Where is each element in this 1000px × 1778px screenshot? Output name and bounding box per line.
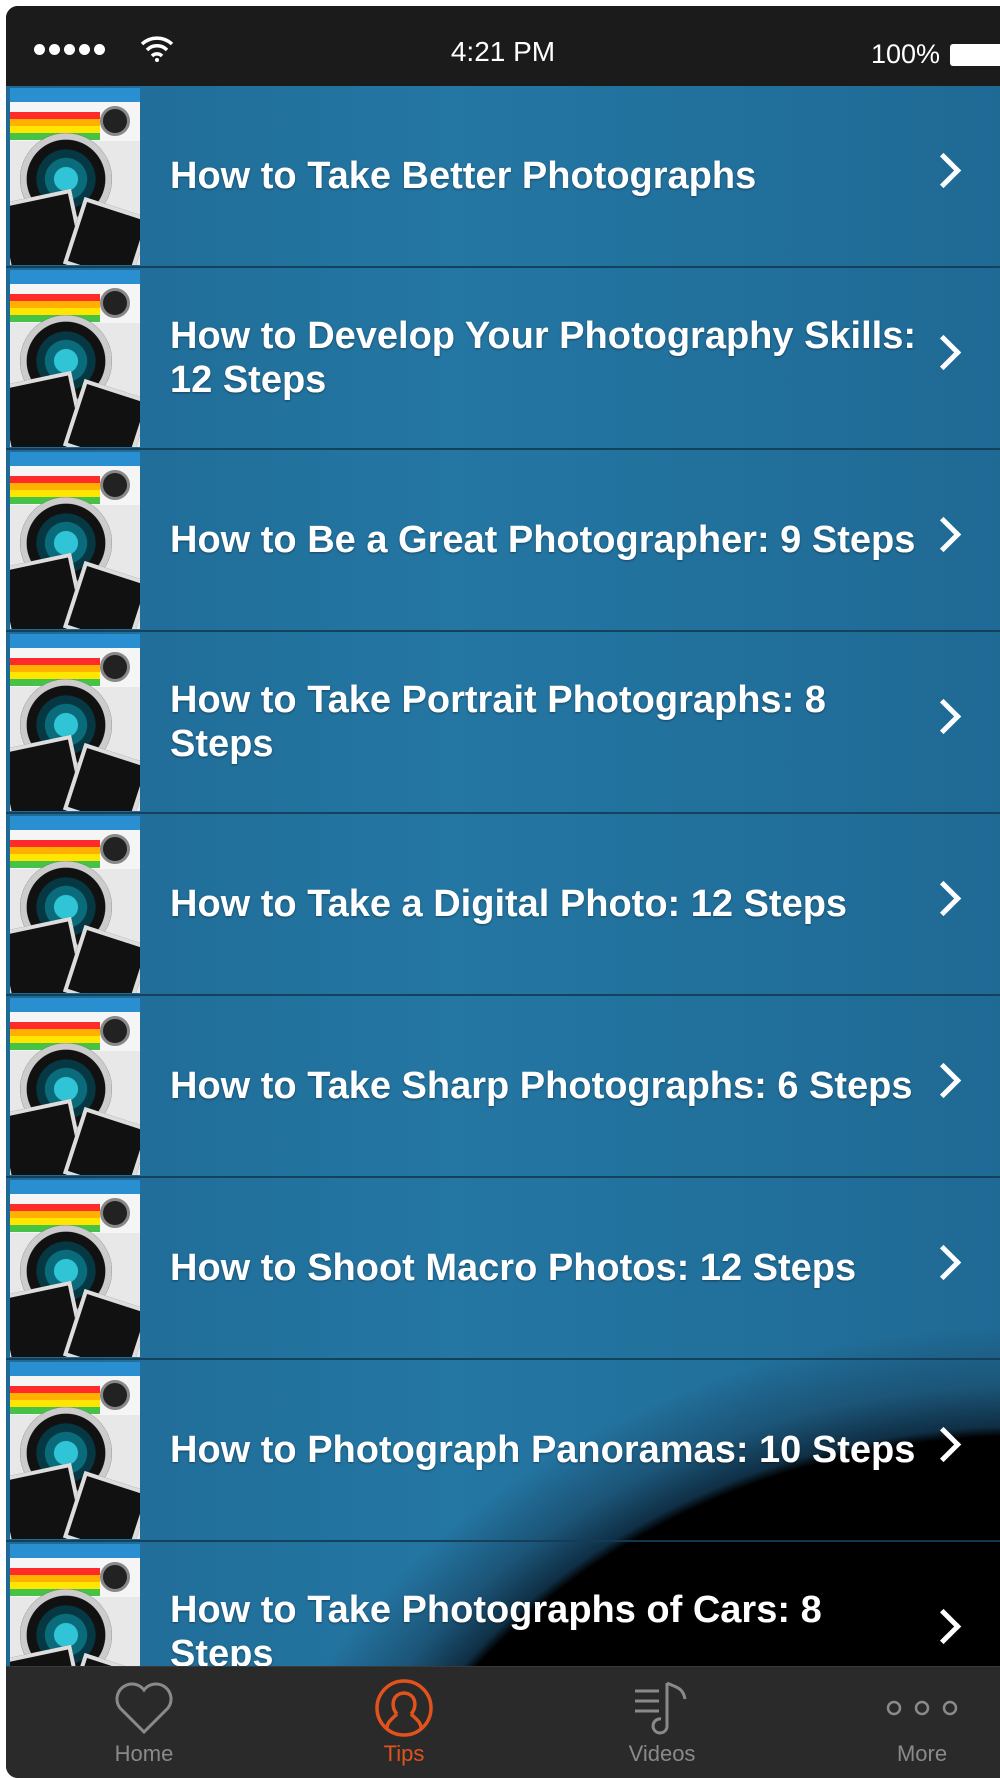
camera-app-thumbnail — [10, 634, 140, 811]
list-item-title: How to Take Sharp Photographs: 6 Steps — [170, 1065, 913, 1107]
camera-app-thumbnail — [10, 88, 140, 265]
chevron-right-icon — [925, 698, 962, 735]
more-dots-icon — [882, 1677, 962, 1739]
camera-app-thumbnail — [10, 1362, 140, 1539]
tips-list: How to Take Better Photographs How to Dev… — [6, 86, 1000, 1724]
list-item[interactable]: How to Shoot Macro Photos: 12 Steps — [6, 1178, 1000, 1360]
tab-tips[interactable]: Tips — [304, 1667, 504, 1778]
list-item[interactable]: How to Be a Great Photographer: 9 Steps — [6, 450, 1000, 632]
list-item-title: How to Take Portrait Photographs: 8 Step… — [170, 679, 826, 765]
tab-bar: Home Tips Videos More — [6, 1666, 1000, 1778]
tab-home[interactable]: Home — [44, 1667, 244, 1778]
person-circle-icon — [373, 1677, 435, 1739]
battery-percentage: 100% — [870, 39, 940, 69]
status-time: 4:21 PM — [450, 36, 556, 67]
tab-videos[interactable]: Videos — [562, 1667, 762, 1778]
list-item-title: How to Be a Great Photographer: 9 Steps — [170, 519, 916, 561]
tab-more[interactable]: More — [822, 1667, 1000, 1778]
list-item-title: How to Take Better Photographs — [170, 155, 757, 197]
list-item-title: How to Photograph Panoramas: 10 Steps — [170, 1429, 916, 1471]
list-item[interactable]: How to Take Sharp Photographs: 6 Steps — [6, 996, 1000, 1178]
chevron-right-icon — [925, 1608, 962, 1645]
chevron-right-icon — [925, 152, 962, 189]
camera-app-thumbnail — [10, 270, 140, 447]
chevron-right-icon — [925, 1062, 962, 1099]
tab-more-label: More — [896, 1741, 948, 1766]
chevron-right-icon — [925, 1244, 962, 1281]
camera-app-thumbnail — [10, 998, 140, 1175]
status-bar: 4:21 PM 100% — [6, 6, 1000, 86]
list-item[interactable]: How to Take Better Photographs — [6, 86, 1000, 268]
music-list-icon — [631, 1677, 693, 1739]
camera-app-thumbnail — [10, 1180, 140, 1357]
list-item[interactable]: How to Develop Your Photography Skills: … — [6, 268, 1000, 450]
chevron-right-icon — [925, 334, 962, 371]
battery-icon — [950, 44, 1000, 66]
list-item[interactable]: How to Take a Digital Photo: 12 Steps — [6, 814, 1000, 996]
list-item-title: How to Shoot Macro Photos: 12 Steps — [170, 1247, 857, 1289]
chevron-right-icon — [925, 516, 962, 553]
tab-videos-label: Videos — [628, 1741, 696, 1766]
camera-app-thumbnail — [10, 816, 140, 993]
heart-icon — [113, 1677, 175, 1739]
tab-tips-label: Tips — [383, 1741, 425, 1766]
chevron-right-icon — [925, 1426, 962, 1463]
chevron-right-icon — [925, 880, 962, 917]
camera-app-thumbnail — [10, 452, 140, 629]
phone-screen: 4:21 PM 100% How to Take Better Photogra… — [6, 6, 1000, 1778]
tab-home-label: Home — [114, 1741, 174, 1766]
list-item[interactable]: How to Take Portrait Photographs: 8 Step… — [6, 632, 1000, 814]
list-item[interactable]: How to Photograph Panoramas: 10 Steps — [6, 1360, 1000, 1542]
list-item-title: How to Take a Digital Photo: 12 Steps — [170, 883, 848, 925]
list-item-title: How to Develop Your Photography Skills: … — [170, 315, 917, 401]
